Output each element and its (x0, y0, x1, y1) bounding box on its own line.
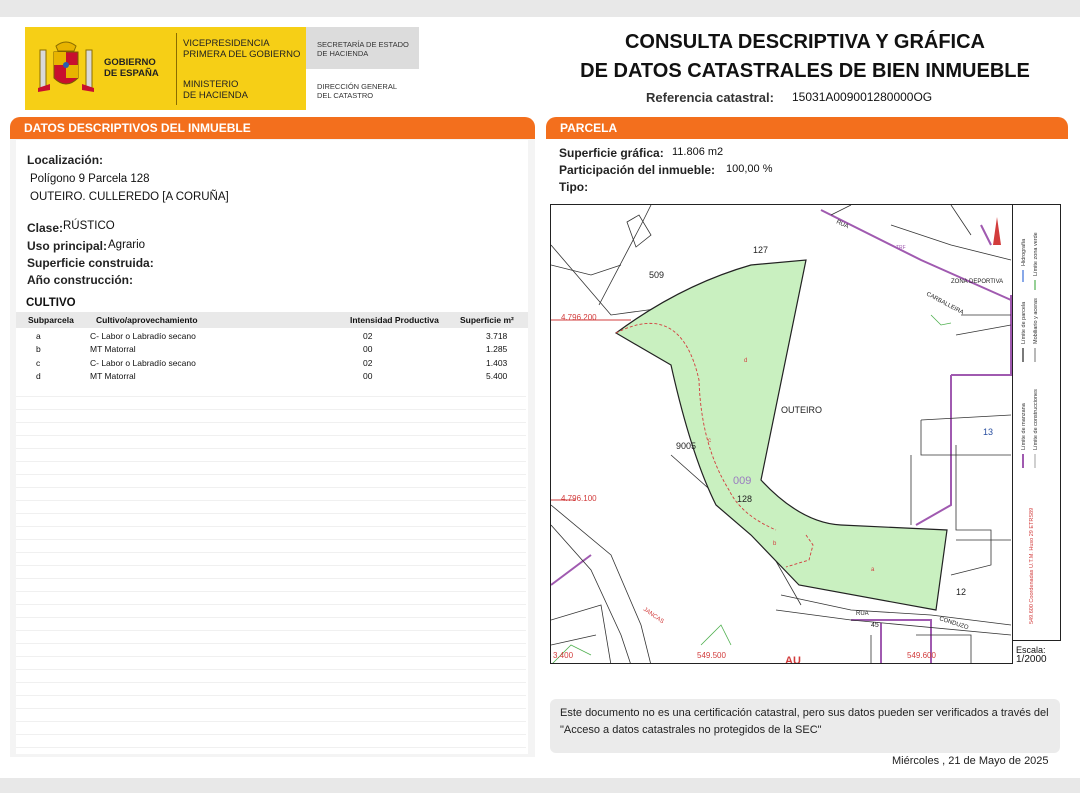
ministerio-label: MINISTERIO DE HACIENDA (183, 79, 248, 101)
parcel-128[interactable] (614, 259, 948, 611)
svg-text:13: 13 (983, 427, 993, 437)
coat-of-arms-icon (38, 41, 94, 92)
svg-text:127: 127 (753, 245, 768, 255)
descriptivos-header: DATOS DESCRIPTIVOS DEL INMUEBLE (10, 117, 535, 139)
map-legend: Hidrografía Límite zona verde Límite de … (1012, 204, 1061, 640)
scale-value: 1/2000 (1016, 654, 1047, 665)
coord-bl: 3.400 (553, 651, 574, 660)
ref-label: Referencia catastral: (646, 90, 774, 105)
logo-divider (176, 33, 177, 105)
table-row: b MT Matorral 00 1.285 (36, 344, 508, 354)
disclaimer-note: Este documento no es una certificación c… (550, 699, 1060, 753)
participacion-value: 100,00 % (726, 163, 773, 175)
superficie-construida-label: Superficie construida: (27, 256, 154, 270)
bottom-band (0, 778, 1080, 793)
vicepresidencia-label: VICEPRESIDENCIA PRIMERA DEL GOBIERNO (183, 38, 301, 60)
coord-y2: 4.796.100 (561, 494, 597, 503)
legend-manzana: Límite de manzana (1021, 402, 1027, 450)
localizacion-label: Localización: (27, 153, 104, 167)
col-subparcela: Subparcela (28, 315, 74, 325)
col-intensidad: Intensidad Productiva (350, 315, 439, 325)
ref-value: 15031A009001280000OG (792, 90, 933, 104)
localizacion-line2: OUTEIRO. CULLEREDO [A CORUÑA] (30, 191, 229, 203)
legend-construcciones: Límite de construcciones (1033, 389, 1039, 450)
uso-label: Uso principal: (27, 239, 108, 253)
document-date: Miércoles , 21 de Mayo de 2025 (892, 755, 1049, 767)
col-superficie: Superficie m² (460, 315, 514, 325)
svg-text:RUA: RUA (856, 611, 869, 617)
legend-hidrografia: Hidrografía (1021, 238, 1027, 266)
coord-x1: 549.500 (697, 651, 726, 660)
north-arrow-icon (993, 217, 1001, 245)
svg-text:45: 45 (871, 622, 879, 629)
legend-mobiliario: Mobiliario y aceras (1033, 298, 1039, 344)
superficie-grafica-value: 11.806 m2 (672, 146, 724, 158)
table-row: d MT Matorral 00 5.400 (36, 371, 508, 381)
svg-text:c: c (708, 438, 711, 444)
svg-text:CARBALLEIRA: CARBALLEIRA (925, 291, 964, 316)
anio-construccion-label: Año construcción: (27, 273, 134, 287)
svg-text:009: 009 (733, 475, 751, 487)
top-band (0, 0, 1080, 17)
svg-text:OUTEIRO: OUTEIRO (781, 405, 822, 415)
svg-text:AU: AU (785, 655, 801, 664)
coord-y1: 4.796.200 (561, 313, 597, 322)
page-title: CONSULTA DESCRIPTIVA Y GRÁFICA DE DATOS … (580, 31, 1030, 82)
secretaria-label: SECRETARÍA DE ESTADO DE HACIENDA (317, 40, 409, 58)
table-row: a C- Labor o Labradío secano 02 3.718 (36, 331, 508, 341)
svg-text:d: d (744, 358, 747, 364)
gobierno-label: GOBIERNO DE ESPAÑA (104, 57, 159, 79)
parcela-header: PARCELA (546, 117, 1068, 139)
svg-text:JANCAS: JANCAS (642, 607, 665, 625)
tipo-label: Tipo: (559, 180, 589, 194)
clase-value: RÚSTICO (63, 220, 115, 232)
superficie-grafica-label: Superficie gráfica: (559, 146, 664, 160)
direccion-label: DIRECCIÓN GENERAL DEL CATASTRO (317, 82, 398, 100)
svg-text:509: 509 (649, 270, 664, 280)
map-canvas: 4.796.200 4.796.100 549.500 549.600 3.40… (551, 205, 1012, 664)
localizacion-line1: Polígono 9 Parcela 128 (30, 173, 150, 185)
svg-text:RUA: RUA (835, 219, 849, 230)
legend-parcela: Límite de parcela (1021, 301, 1027, 344)
svg-text:TRF: TRF (896, 245, 906, 251)
cultivo-table-header: Subparcela Cultivo/aprovechamiento Inten… (16, 312, 528, 328)
uso-value: Agrario (108, 239, 146, 251)
svg-text:ZONA DEPORTIVA: ZONA DEPORTIVA (951, 279, 1003, 285)
svg-text:CONDUZO: CONDUZO (938, 616, 969, 631)
empty-table-rows (16, 384, 526, 752)
coord-x2: 549.600 (907, 651, 936, 660)
svg-text:128: 128 (737, 494, 752, 504)
svg-text:9005: 9005 (676, 441, 696, 451)
svg-text:12: 12 (956, 587, 966, 597)
col-cultivo: Cultivo/aprovechamiento (96, 315, 198, 325)
legend-coordenadas: 549.600 Coordenadas U.T.M. Huso 29 ETRS8… (1029, 508, 1035, 624)
table-row: c C- Labor o Labradío secano 02 1.403 (36, 358, 508, 368)
participacion-label: Participación del inmueble: (559, 163, 716, 177)
cadastral-map[interactable]: 4.796.200 4.796.100 549.500 549.600 3.40… (550, 204, 1061, 664)
clase-label: Clase: (27, 221, 64, 235)
legend-zona-verde: Límite zona verde (1033, 232, 1039, 276)
cultivo-title: CULTIVO (26, 297, 76, 309)
